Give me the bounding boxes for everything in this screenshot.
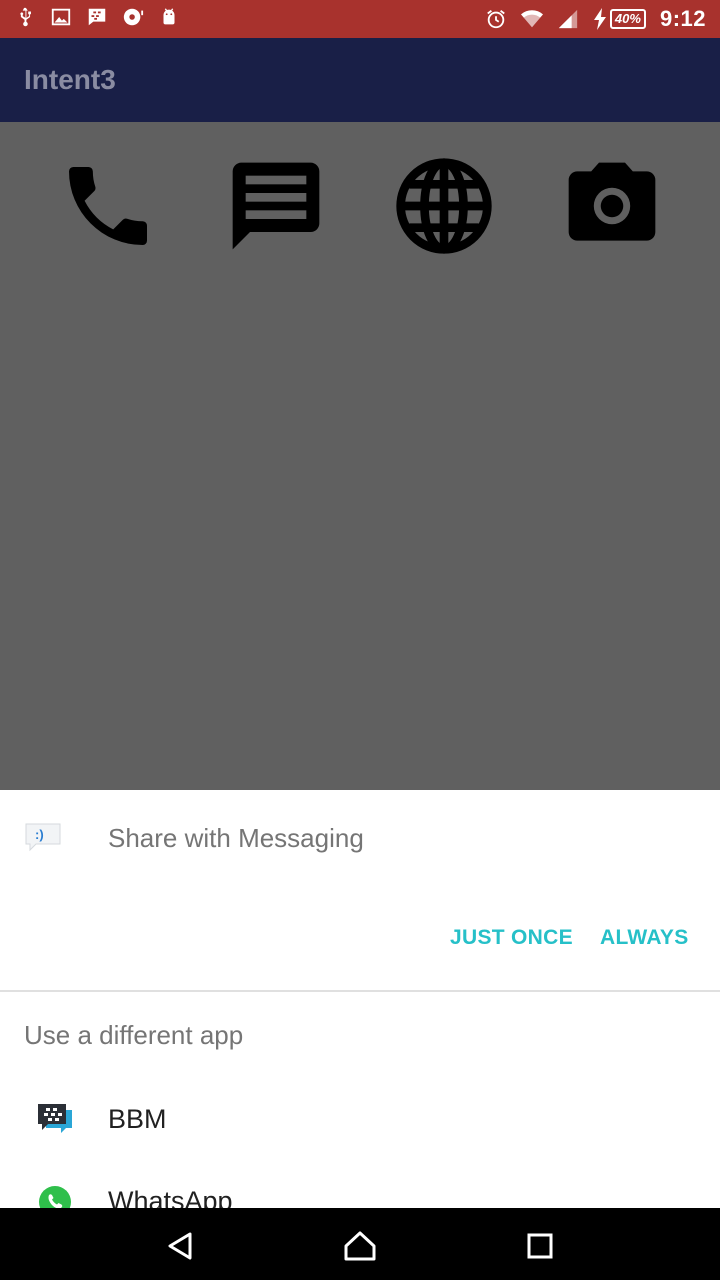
image-icon [51, 8, 71, 26]
app-bar: Intent3 [0, 38, 720, 122]
app-chooser-sheet: :) Share with Messaging JUST ONCE ALWAYS… [0, 790, 720, 1208]
status-bar: 40% 9:12 [0, 0, 720, 38]
camera-icon[interactable] [560, 154, 664, 258]
signal-icon [558, 9, 578, 29]
svg-text::): :) [35, 827, 44, 842]
home-icon[interactable] [342, 1228, 378, 1264]
just-once-button[interactable]: JUST ONCE [450, 926, 573, 950]
charging-icon [593, 8, 606, 30]
phone-icon[interactable] [56, 154, 160, 258]
app-option-bbm[interactable]: BBM [0, 1080, 720, 1160]
messaging-app-icon: :) [25, 823, 61, 852]
share-with-row: :) Share with Messaging [0, 790, 720, 890]
divider [0, 990, 720, 992]
android-icon [163, 8, 175, 25]
clock: 9:12 [659, 6, 706, 31]
wifi-icon [520, 10, 543, 28]
usb-icon [20, 7, 31, 27]
app-title: Intent3 [24, 64, 116, 95]
bbm-icon [38, 1104, 72, 1133]
navigation-bar [0, 1208, 720, 1280]
app-option-whatsapp[interactable]: WhatsApp [0, 1160, 720, 1208]
share-title: Share with Messaging [108, 823, 364, 853]
alarm-icon [487, 10, 505, 29]
battery-indicator: 40% [593, 8, 646, 30]
globe-icon[interactable] [392, 154, 496, 258]
battery-percent: 40% [609, 9, 646, 29]
app-label: BBM [108, 1104, 167, 1134]
back-icon[interactable] [162, 1228, 198, 1264]
always-button[interactable]: ALWAYS [600, 926, 689, 950]
message-icon[interactable] [224, 154, 328, 258]
recents-icon[interactable] [522, 1228, 558, 1264]
app-label: WhatsApp [108, 1186, 233, 1208]
bbm-notification-icon [88, 8, 106, 26]
music-icon [123, 8, 144, 26]
different-app-heading: Use a different app [24, 1020, 244, 1050]
whatsapp-icon [39, 1186, 71, 1208]
